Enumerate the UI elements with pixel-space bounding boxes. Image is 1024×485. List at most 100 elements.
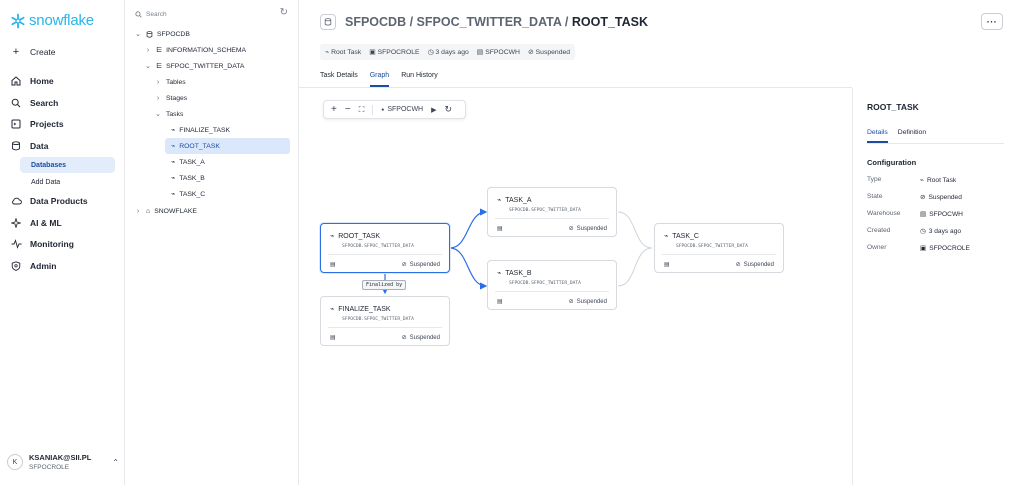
tab-details[interactable]: Details	[867, 129, 888, 143]
refresh-icon[interactable]: ↻	[280, 7, 288, 18]
tree-item-snowflake[interactable]: › ⌂ SNOWFLAKE	[134, 205, 197, 217]
warehouse-icon: ▤	[920, 211, 927, 218]
details-panel: ROOT_TASK Details Definition Configurati…	[852, 88, 1024, 485]
config-key: Created	[867, 227, 891, 234]
meta-type-label: Root Task	[331, 48, 362, 56]
config-row-created: Created ◷ 3 days ago	[867, 227, 961, 235]
nav-sub-add-data[interactable]: Add Data	[20, 174, 115, 190]
nav-item-search[interactable]: Search	[10, 97, 58, 109]
tree-label: Tables	[166, 78, 186, 86]
tree-item-stages[interactable]: › Stages	[154, 92, 187, 104]
nav-item-admin[interactable]: Admin	[10, 260, 56, 272]
brand-name: snowflake	[29, 12, 94, 29]
node-divider	[495, 218, 609, 219]
suspended-icon: ⊘	[401, 335, 407, 341]
config-value: SFPOCWH	[929, 210, 963, 218]
config-row-owner: Owner ▣ SFPOCROLE	[867, 244, 970, 252]
tree-label: Tasks	[166, 110, 184, 118]
chevron-down-icon: ⌄	[145, 63, 151, 70]
tree-item-sfpocdb[interactable]: ⌄ SFPOCDB	[134, 28, 190, 40]
suspended-icon: ⊘	[568, 299, 574, 305]
home-icon	[10, 75, 22, 87]
warehouse-icon: ▤	[664, 262, 670, 268]
node-status: Suspended	[576, 225, 607, 232]
pulse-icon	[10, 238, 22, 250]
config-key: Type	[867, 176, 882, 183]
tree-label: TASK_A	[179, 158, 205, 166]
task-icon: ⌁	[171, 191, 176, 198]
nav-item-monitoring[interactable]: Monitoring	[10, 238, 74, 250]
node-divider	[328, 327, 442, 328]
config-row-warehouse: Warehouse ▤ SFPOCWH	[867, 210, 963, 218]
title-name: ROOT_TASK	[571, 15, 649, 29]
nav-label: Home	[30, 76, 54, 86]
meta-owner: ▣ SFPOCROLE	[369, 48, 420, 57]
search-icon	[135, 10, 142, 18]
warehouse-icon: ▤	[497, 226, 503, 232]
tree-item-sfpoc-twitter-data[interactable]: ⌄ ⋿ SFPOC_TWITTER_DATA	[144, 60, 244, 72]
user-menu[interactable]: K KSANIAK@SII.PL SFPOCROLE ⌃	[7, 449, 119, 475]
tree-search-input[interactable]: Search	[135, 8, 293, 20]
chevron-down-icon: ⌄	[135, 31, 141, 38]
tree-item-task-c[interactable]: ⌁ TASK_C	[171, 188, 205, 200]
task-tabs: Task Details Graph Run History	[320, 72, 438, 87]
create-button[interactable]: + Create	[10, 46, 56, 58]
node-name: ROOT_TASK	[338, 232, 381, 240]
graph-node-task-b[interactable]: ⌁ TASK_B SFPOCDB.SFPOC_TWITTER_DATA ▤ ⊘ Sus…	[487, 260, 617, 310]
config-value: Suspended	[928, 193, 962, 201]
node-status: Suspended	[576, 298, 607, 305]
task-icon: ⌁	[497, 270, 502, 277]
tree-label: FINALIZE_TASK	[179, 126, 231, 134]
meta-warehouse: ▤ SFPOCWH	[477, 48, 520, 57]
graph-node-finalize-task[interactable]: ⌁ FINALIZE_TASK SFPOCDB.SFPOC_TWITTER_DAT…	[320, 296, 450, 346]
snowflake-logo[interactable]: snowflake	[10, 12, 94, 29]
node-name: TASK_B	[505, 269, 532, 277]
panel-title: ROOT_TASK	[867, 102, 919, 112]
chevron-down-icon: ⌄	[155, 111, 161, 118]
tree-item-tasks[interactable]: ⌄ Tasks	[154, 108, 183, 120]
tree-item-root-task[interactable]: ⌁ ROOT_TASK	[165, 138, 290, 154]
suspended-icon: ⊘	[527, 49, 534, 56]
tab-task-details[interactable]: Task Details	[320, 72, 358, 87]
config-row-state: State ⊘ Suspended	[867, 193, 962, 201]
graph-node-task-a[interactable]: ⌁ TASK_A SFPOCDB.SFPOC_TWITTER_DATA ▤ ⊘ Sus…	[487, 187, 617, 237]
node-name: FINALIZE_TASK	[338, 305, 391, 313]
task-object-icon	[320, 14, 336, 30]
clock-icon: ◷	[427, 49, 434, 56]
tree-item-task-b[interactable]: ⌁ TASK_B	[171, 172, 205, 184]
tree-label: INFORMATION_SCHEMA	[166, 46, 247, 54]
tab-run-history[interactable]: Run History	[401, 72, 438, 87]
task-icon: ⌁	[920, 177, 924, 184]
nav-sub-databases[interactable]: Databases	[20, 157, 115, 173]
nav-item-ai-ml[interactable]: AI & ML	[10, 217, 62, 229]
more-options-button[interactable]: ···	[981, 13, 1003, 30]
node-path: SFPOCDB.SFPOC_TWITTER_DATA	[509, 281, 581, 286]
projects-icon	[10, 118, 22, 130]
node-path: SFPOCDB.SFPOC_TWITTER_DATA	[342, 244, 414, 249]
tree-item-tables[interactable]: › Tables	[154, 76, 186, 88]
nav-label: Data	[30, 141, 49, 151]
tree-label: TASK_B	[179, 174, 205, 182]
meta-owner-label: SFPOCROLE	[377, 48, 420, 56]
nav-item-projects[interactable]: Projects	[10, 118, 64, 130]
tree-item-information-schema[interactable]: › ⋿ INFORMATION_SCHEMA	[144, 44, 246, 56]
nav-label: Admin	[30, 261, 57, 271]
nav-item-data[interactable]: Data	[10, 140, 48, 152]
nav-item-data-products[interactable]: Data Products	[10, 195, 88, 207]
tab-definition[interactable]: Definition	[898, 129, 926, 143]
snowflake-icon	[11, 13, 25, 28]
graph-node-task-c[interactable]: ⌁ TASK_C SFPOCDB.SFPOC_TWITTER_DATA ▤ ⊘ Sus…	[654, 223, 784, 273]
node-divider	[662, 254, 776, 255]
user-info: KSANIAK@SII.PL SFPOCROLE	[29, 453, 91, 471]
tree-item-finalize-task[interactable]: ⌁ FINALIZE_TASK	[171, 124, 230, 136]
task-icon: ⌁	[330, 233, 335, 240]
warehouse-icon: ▤	[330, 335, 336, 341]
database-icon	[10, 140, 22, 152]
warehouse-icon: ▤	[497, 299, 503, 305]
nav-item-home[interactable]: Home	[10, 75, 54, 87]
graph-node-root-task[interactable]: ⌁ ROOT_TASK SFPOCDB.SFPOC_TWITTER_DATA ▤ ⊘…	[320, 223, 450, 273]
finalized-by-label: Finalized by	[362, 280, 407, 290]
tree-item-task-a[interactable]: ⌁ TASK_A	[171, 156, 205, 168]
tab-graph[interactable]: Graph	[369, 72, 390, 87]
chevron-right-icon: ›	[146, 46, 150, 54]
